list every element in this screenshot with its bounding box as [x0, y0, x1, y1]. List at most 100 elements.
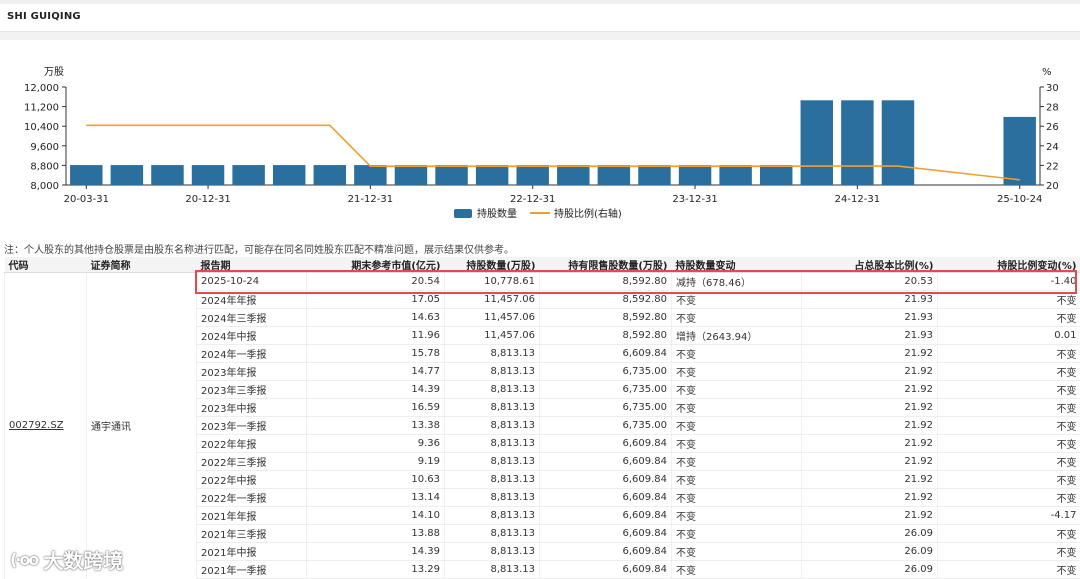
cell-ratio-change: 不变 [938, 363, 1080, 381]
cell-market-value: 20.54 [307, 273, 445, 291]
table-header-row: 代码 证券简称 报告期 期末参考市值(亿元) 持股数量(万股) 持有限售股数量(… [5, 257, 1080, 273]
col-header-shares[interactable]: 持股数量(万股) [445, 257, 540, 273]
col-header-name[interactable]: 证券简称 [87, 257, 197, 273]
legend-line-label: 持股比例(右轴) [554, 207, 622, 220]
bar [679, 165, 711, 185]
col-header-share-change[interactable]: 持股数量变动 [672, 257, 802, 273]
cell-ratio-change: -4.17 [938, 507, 1080, 525]
cell-restricted-shares: 8,592.80 [540, 309, 672, 327]
cell-ratio: 26.09 [802, 543, 938, 561]
cell-restricted-shares: 6,609.84 [540, 525, 672, 543]
cell-ratio-change: 不变 [938, 525, 1080, 543]
cell-shares: 8,813.13 [445, 381, 540, 399]
col-header-market-value[interactable]: 期末参考市值(亿元) [307, 257, 445, 273]
holdings-table: 代码 证券简称 报告期 期末参考市值(亿元) 持股数量(万股) 持有限售股数量(… [4, 257, 1080, 579]
bar [314, 165, 346, 185]
cell-shares: 11,457.06 [445, 327, 540, 345]
cell-ratio: 21.92 [802, 471, 938, 489]
cell-ratio-change: 不变 [938, 399, 1080, 417]
cell-market-value: 14.39 [307, 543, 445, 561]
bar [192, 165, 224, 185]
left-axis-unit: 万股 [44, 66, 64, 78]
bar [719, 165, 751, 185]
x-tick-label: 20-03-31 [64, 194, 109, 205]
cell-ratio-change: 不变 [938, 453, 1080, 471]
bar [516, 165, 548, 185]
cell-shares: 8,813.13 [445, 363, 540, 381]
right-tick-label: 24 [1046, 142, 1059, 153]
right-tick-label: 28 [1046, 103, 1059, 114]
cell-shares: 8,813.13 [445, 399, 540, 417]
cell-shares: 8,813.13 [445, 543, 540, 561]
cell-market-value: 14.77 [307, 363, 445, 381]
legend-bar-swatch [454, 209, 472, 218]
bar [151, 165, 183, 185]
cell-share-change: 不变 [672, 471, 802, 489]
cell-share-change: 不变 [672, 309, 802, 327]
section-divider [0, 32, 1080, 40]
bar [273, 165, 305, 185]
cell-share-change: 不变 [672, 435, 802, 453]
cell-shares: 8,813.13 [445, 435, 540, 453]
cell-period: 2023年三季报 [197, 381, 307, 399]
cell-market-value: 13.14 [307, 489, 445, 507]
x-tick-label: 22-12-31 [510, 194, 555, 205]
cell-ratio-change: -1.40 [938, 273, 1080, 291]
holding-chart: 12,00011,20010,4009,6008,8008,0003028262… [0, 40, 1080, 230]
bar [801, 100, 833, 185]
right-tick-label: 22 [1046, 161, 1059, 172]
bar [354, 165, 386, 185]
cell-restricted-shares: 6,609.84 [540, 543, 672, 561]
cell-ratio: 21.93 [802, 291, 938, 309]
cell-restricted-shares: 6,735.00 [540, 417, 672, 435]
bar [70, 165, 102, 185]
cell-ratio-change: 不变 [938, 471, 1080, 489]
col-header-ratio-change[interactable]: 持股比例变动(%) [938, 257, 1080, 273]
stock-name-cell: 通宇通讯 [87, 273, 197, 579]
col-header-restricted-shares[interactable]: 持有限售股数量(万股) [540, 257, 672, 273]
col-header-period[interactable]: 报告期 [197, 257, 307, 273]
left-tick-label: 11,200 [24, 103, 59, 114]
cell-ratio-change: 不变 [938, 381, 1080, 399]
left-tick-label: 9,600 [30, 142, 59, 153]
ratio-line [86, 125, 1019, 180]
cell-ratio: 26.09 [802, 525, 938, 543]
bar [232, 165, 264, 185]
bar [882, 100, 914, 185]
cell-restricted-shares: 6,609.84 [540, 507, 672, 525]
bar [760, 165, 792, 185]
x-tick-label: 25-10-24 [997, 194, 1042, 205]
cell-restricted-shares: 6,735.00 [540, 363, 672, 381]
cell-share-change: 不变 [672, 291, 802, 309]
cell-share-change: 不变 [672, 561, 802, 579]
cell-shares: 8,813.13 [445, 417, 540, 435]
cell-ratio: 26.09 [802, 561, 938, 579]
right-tick-label: 26 [1046, 122, 1059, 133]
watermark-text: 大数跨境 [43, 545, 123, 574]
cell-ratio: 21.93 [802, 309, 938, 327]
cell-market-value: 13.88 [307, 525, 445, 543]
cell-share-change: 不变 [672, 399, 802, 417]
cell-ratio: 21.92 [802, 417, 938, 435]
bar [435, 165, 467, 185]
col-header-code[interactable]: 代码 [5, 257, 87, 273]
right-axis-unit: % [1042, 67, 1052, 78]
cell-period: 2022年一季报 [197, 489, 307, 507]
stock-code-link[interactable]: 002792.SZ [9, 420, 64, 431]
cell-shares: 8,813.13 [445, 561, 540, 579]
x-tick-label: 24-12-31 [835, 194, 880, 205]
cell-market-value: 11.96 [307, 327, 445, 345]
cell-share-change: 不变 [672, 507, 802, 525]
cell-ratio-change: 不变 [938, 309, 1080, 327]
cell-period: 2023年年报 [197, 363, 307, 381]
cell-market-value: 9.19 [307, 453, 445, 471]
cell-restricted-shares: 6,609.84 [540, 453, 672, 471]
bar [638, 165, 670, 185]
cell-ratio: 21.92 [802, 345, 938, 363]
cell-share-change: 不变 [672, 525, 802, 543]
col-header-ratio[interactable]: 占总股本比例(%) [802, 257, 938, 273]
cell-market-value: 14.39 [307, 381, 445, 399]
stock-name: 通宇通讯 [91, 422, 131, 433]
cell-period: 2021年年报 [197, 507, 307, 525]
cell-restricted-shares: 8,592.80 [540, 291, 672, 309]
